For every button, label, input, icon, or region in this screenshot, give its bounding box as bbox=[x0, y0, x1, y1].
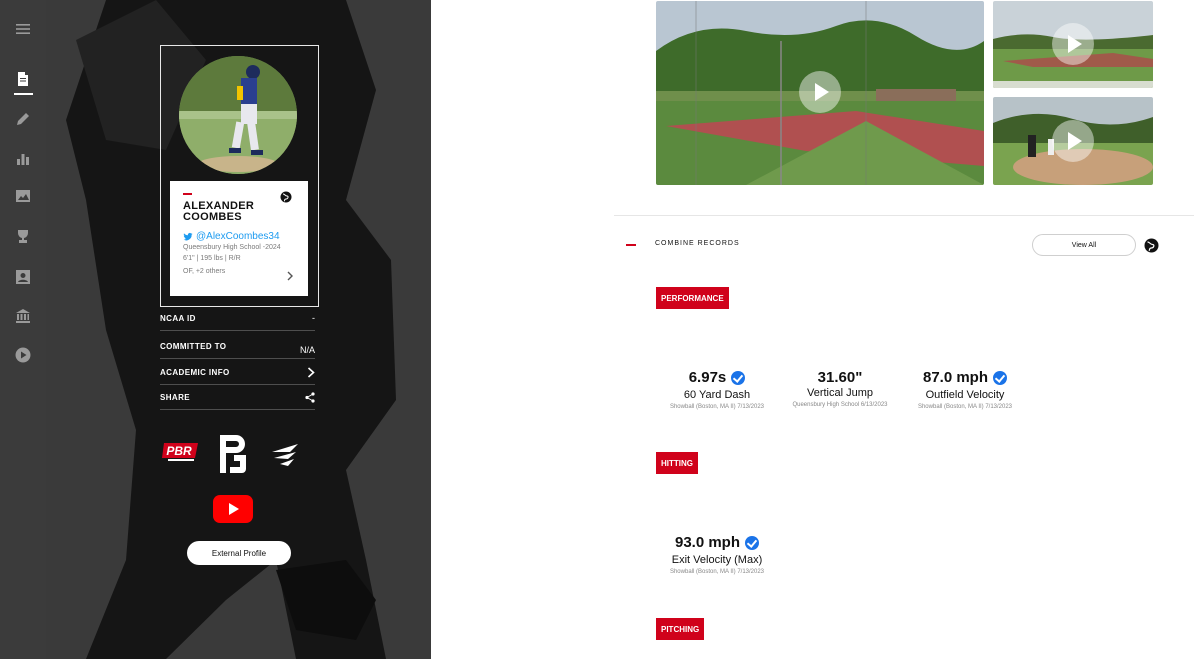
pencil-icon[interactable] bbox=[11, 107, 35, 131]
trophy-icon[interactable] bbox=[11, 225, 35, 249]
player-name-line-2: COOMBES bbox=[183, 211, 242, 223]
twitter-link[interactable]: @AlexCoombes34 bbox=[183, 231, 295, 242]
chevron-right-icon bbox=[307, 366, 315, 378]
stat-outfield-velocity: 87.0 mph Outfield Velocity Showball (Bos… bbox=[905, 369, 1025, 410]
category-hitting: HITTING bbox=[656, 452, 698, 474]
measurements-line: 6'1" | 195 lbs | R/R bbox=[183, 255, 241, 262]
twitter-handle: @AlexCoombes34 bbox=[196, 231, 280, 242]
category-performance: PERFORMANCE bbox=[656, 287, 729, 309]
verified-check-icon bbox=[993, 370, 1008, 385]
side-rail bbox=[0, 0, 46, 659]
stat-source: Queensbury High School 6/13/2023 bbox=[792, 402, 888, 408]
menu-icon[interactable] bbox=[11, 17, 35, 41]
ncaa-id-value: - bbox=[312, 313, 315, 323]
stat-60-yard-dash: 6.97s 60 Yard Dash Showball (Boston, MA … bbox=[657, 369, 777, 410]
main-content: COMBINE RECORDS View All PERFORMANCE 6.9… bbox=[431, 0, 1200, 659]
section-divider bbox=[614, 215, 1194, 216]
pbr-logo[interactable]: PBR bbox=[162, 440, 200, 464]
pg-logo[interactable] bbox=[216, 433, 250, 475]
ncaa-id-label: NCAA ID bbox=[160, 313, 196, 323]
portrait-icon[interactable] bbox=[11, 265, 35, 289]
academic-info-row[interactable]: ACADEMIC INFO bbox=[160, 360, 315, 385]
video-thumbnail-3[interactable] bbox=[993, 97, 1153, 185]
twitter-icon bbox=[183, 232, 193, 240]
play-icon[interactable] bbox=[1052, 23, 1094, 65]
chevron-right-icon[interactable] bbox=[287, 271, 294, 281]
external-profile-button[interactable]: External Profile bbox=[187, 541, 291, 565]
bar-chart-icon[interactable] bbox=[11, 147, 35, 171]
school-line: Queensbury High School -2024 bbox=[183, 244, 281, 251]
share-icon bbox=[305, 391, 315, 403]
player-avatar bbox=[179, 56, 297, 174]
verified-check-icon bbox=[745, 535, 760, 550]
play-circle-icon[interactable] bbox=[11, 343, 35, 367]
ncaa-id-row: NCAA ID - bbox=[160, 306, 315, 331]
stat-label: 60 Yard Dash bbox=[683, 389, 751, 401]
stat-label: Outfield Velocity bbox=[925, 389, 1005, 401]
share-label: SHARE bbox=[160, 392, 191, 402]
profile-panel: ALEXANDER COOMBES @AlexCoombes34 Queensb… bbox=[46, 0, 431, 659]
committed-to-value: N/A bbox=[299, 345, 315, 355]
player-info-card: ALEXANDER COOMBES @AlexCoombes34 Queensb… bbox=[170, 181, 308, 296]
stat-exit-velocity: 93.0 mph Exit Velocity (Max) Showball (B… bbox=[657, 534, 777, 575]
accent-dash bbox=[626, 244, 636, 246]
stat-value: 87.0 mph bbox=[922, 369, 989, 386]
active-tab-indicator bbox=[14, 93, 33, 95]
verified-check-icon bbox=[731, 370, 746, 385]
document-icon[interactable] bbox=[11, 67, 35, 91]
video-thumbnail-main[interactable] bbox=[656, 1, 984, 185]
academic-info-label: ACADEMIC INFO bbox=[160, 367, 230, 377]
stat-value: 6.97s bbox=[688, 369, 727, 386]
pbr-logo-text: PBR bbox=[166, 444, 192, 458]
stat-value: 31.60" bbox=[817, 369, 863, 386]
view-all-button[interactable]: View All bbox=[1032, 234, 1136, 256]
play-icon[interactable] bbox=[1052, 120, 1094, 162]
play-icon[interactable] bbox=[799, 71, 841, 113]
stat-label: Exit Velocity (Max) bbox=[671, 554, 763, 566]
stat-source: Showball (Boston, MA II) 7/13/2023 bbox=[669, 569, 765, 575]
wings-logo[interactable] bbox=[270, 442, 300, 468]
committed-to-row: COMMITTED TO N/A bbox=[160, 334, 315, 359]
committed-to-label: COMMITTED TO bbox=[160, 341, 227, 351]
app-root: ALEXANDER COOMBES @AlexCoombes34 Queensb… bbox=[0, 0, 1200, 659]
image-icon[interactable] bbox=[11, 184, 35, 208]
accent-dash bbox=[183, 193, 192, 195]
globe-icon[interactable] bbox=[280, 191, 292, 203]
share-row[interactable]: SHARE bbox=[160, 385, 315, 410]
stat-source: Showball (Boston, MA II) 7/13/2023 bbox=[917, 404, 1013, 410]
combine-records-title: COMBINE RECORDS bbox=[655, 240, 740, 247]
stat-source: Showball (Boston, MA II) 7/13/2023 bbox=[669, 404, 765, 410]
bank-icon[interactable] bbox=[11, 304, 35, 328]
stat-vertical-jump: 31.60" Vertical Jump Queensbury High Sch… bbox=[780, 369, 900, 408]
video-thumbnail-2[interactable] bbox=[993, 1, 1153, 88]
category-pitching: PITCHING bbox=[656, 618, 705, 640]
positions-line: OF, +2 others bbox=[183, 268, 226, 275]
stat-label: Vertical Jump bbox=[806, 387, 874, 399]
stat-value: 93.0 mph bbox=[674, 534, 741, 551]
globe-icon[interactable] bbox=[1144, 238, 1159, 253]
youtube-icon[interactable] bbox=[213, 495, 253, 523]
